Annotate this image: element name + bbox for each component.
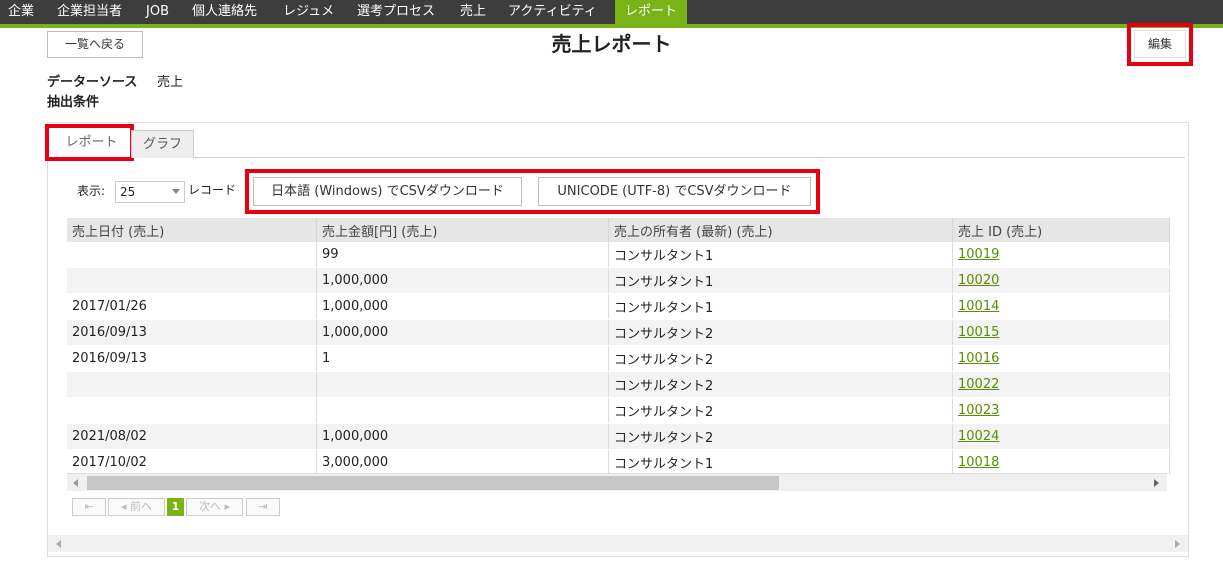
datasource-value: 売上 xyxy=(157,75,184,90)
cell-sales-date: 2016/09/13 xyxy=(67,345,317,372)
cell-sales-id: 10020 xyxy=(952,267,1170,294)
scrollbar-thumb[interactable] xyxy=(87,476,779,490)
cell-sales-id: 10018 xyxy=(952,449,1170,476)
sales-id-link[interactable]: 10022 xyxy=(958,377,999,392)
cell-sales-date xyxy=(67,397,317,424)
nav-item-report[interactable]: レポート xyxy=(615,0,688,24)
pager-first-button[interactable]: ⇤ xyxy=(72,498,106,516)
cell-sales-owner: コンサルタント2 xyxy=(608,397,953,424)
top-nav: 企業 企業担当者 JOB 個人連絡先 レジュメ 選考プロセス 売上 アクティビテ… xyxy=(0,0,1223,28)
nav-item-resume[interactable]: レジュメ xyxy=(283,0,334,24)
table-header-row: 売上日付 (売上) 売上金額[円] (売上) 売上の所有者 (最新) (売上) … xyxy=(67,218,1170,242)
table-row: 1,000,000 コンサルタント1 10020 xyxy=(67,267,1170,294)
sales-id-link[interactable]: 10024 xyxy=(958,429,999,444)
cell-sales-amount: 1,000,000 xyxy=(316,267,609,294)
tab-divider xyxy=(55,157,1185,158)
cell-sales-owner: コンサルタント1 xyxy=(608,449,953,476)
report-tab-highlight-box xyxy=(45,124,134,161)
cell-sales-amount: 99 xyxy=(316,242,609,268)
nav-item-job[interactable]: JOB xyxy=(146,0,169,24)
cell-sales-owner: コンサルタント1 xyxy=(608,267,953,294)
nav-item-personal-contacts[interactable]: 個人連絡先 xyxy=(192,0,257,24)
column-header-sales-id[interactable]: 売上 ID (売上) xyxy=(952,218,1170,242)
conditions-label: 抽出条件 xyxy=(47,95,100,110)
sales-id-link[interactable]: 10018 xyxy=(958,455,999,470)
sales-id-link[interactable]: 10023 xyxy=(958,403,999,418)
sales-id-link[interactable]: 10014 xyxy=(958,299,999,314)
report-table: 売上日付 (売上) 売上金額[円] (売上) 売上の所有者 (最新) (売上) … xyxy=(67,218,1170,476)
panel-scroll-right-arrow-icon[interactable] xyxy=(1175,540,1180,548)
cell-sales-owner: コンサルタント2 xyxy=(608,371,953,398)
cell-sales-amount xyxy=(316,371,609,398)
column-header-sales-amount[interactable]: 売上金額[円] (売上) xyxy=(316,218,609,242)
pager-prev-button[interactable]: ◂ 前へ xyxy=(108,498,165,516)
page-title: 売上レポート xyxy=(551,32,672,56)
cell-sales-date: 2017/01/26 xyxy=(67,293,317,320)
cell-sales-id: 10014 xyxy=(952,293,1170,320)
csv-download-sjis-button[interactable]: 日本語 (Windows) でCSVダウンロード xyxy=(253,177,522,206)
scroll-right-arrow-icon[interactable] xyxy=(1154,479,1159,487)
pager-current-page[interactable]: 1 xyxy=(167,498,184,516)
csv-download-utf8-button[interactable]: UNICODE (UTF-8) でCSVダウンロード xyxy=(538,177,811,206)
cell-sales-id: 10019 xyxy=(952,242,1170,268)
cell-sales-date xyxy=(67,371,317,398)
cell-sales-date xyxy=(67,242,317,268)
records-label: レコード xyxy=(188,183,237,197)
page-size-value: 25 xyxy=(120,185,136,199)
datasource-label: データーソース xyxy=(47,75,138,90)
scroll-left-arrow-icon[interactable] xyxy=(73,479,78,487)
table-row: 2016/09/13 1,000,000 コンサルタント2 10015 xyxy=(67,319,1170,346)
sales-id-link[interactable]: 10015 xyxy=(958,325,999,340)
page-size-label: 表示: xyxy=(77,184,106,198)
tab-graph[interactable]: グラフ xyxy=(131,130,194,158)
panel-scroll-left-arrow-icon[interactable] xyxy=(56,540,61,548)
column-header-sales-owner[interactable]: 売上の所有者 (最新) (売上) xyxy=(608,218,953,242)
edit-button[interactable]: 編集 xyxy=(1134,30,1186,58)
sales-id-link[interactable]: 10020 xyxy=(958,273,999,288)
table-row: 2016/09/13 1 コンサルタント2 10016 xyxy=(67,345,1170,372)
cell-sales-date xyxy=(67,267,317,294)
cell-sales-amount: 1 xyxy=(316,345,609,372)
cell-sales-owner: コンサルタント1 xyxy=(608,293,953,320)
cell-sales-amount: 3,000,000 xyxy=(316,449,609,476)
cell-sales-amount: 1,000,000 xyxy=(316,293,609,320)
cell-sales-id: 10015 xyxy=(952,319,1170,346)
cell-sales-date: 2017/10/02 xyxy=(67,449,317,476)
pager-next-button[interactable]: 次へ ▸ xyxy=(186,498,243,516)
cell-sales-date: 2016/09/13 xyxy=(67,319,317,346)
table-row: コンサルタント2 10022 xyxy=(67,371,1170,398)
sales-id-link[interactable]: 10019 xyxy=(958,247,999,262)
cell-sales-date: 2021/08/02 xyxy=(67,423,317,450)
table-row: コンサルタント2 10023 xyxy=(67,397,1170,424)
cell-sales-owner: コンサルタント2 xyxy=(608,423,953,450)
column-header-sales-date[interactable]: 売上日付 (売上) xyxy=(67,218,317,242)
table-row: 99 コンサルタント1 10019 xyxy=(67,242,1170,268)
cell-sales-amount: 1,000,000 xyxy=(316,319,609,346)
cell-sales-amount: 1,000,000 xyxy=(316,423,609,450)
nav-item-company-contacts[interactable]: 企業担当者 xyxy=(57,0,122,24)
nav-item-companies[interactable]: 企業 xyxy=(8,0,34,24)
table-row: 2017/10/02 3,000,000 コンサルタント1 10018 xyxy=(67,449,1170,476)
chevron-down-icon xyxy=(172,189,180,194)
table-row: 2017/01/26 1,000,000 コンサルタント1 10014 xyxy=(67,293,1170,320)
cell-sales-id: 10024 xyxy=(952,423,1170,450)
page-size-select[interactable]: 25 xyxy=(115,181,185,203)
table-row: 2021/08/02 1,000,000 コンサルタント2 10024 xyxy=(67,423,1170,450)
cell-sales-id: 10023 xyxy=(952,397,1170,424)
panel-horizontal-scrollbar[interactable] xyxy=(48,535,1188,552)
sales-id-link[interactable]: 10016 xyxy=(958,351,999,366)
table-horizontal-scrollbar[interactable] xyxy=(67,473,1167,491)
nav-item-activity[interactable]: アクティビティ xyxy=(508,0,597,24)
cell-sales-owner: コンサルタント2 xyxy=(608,319,953,346)
nav-item-sales[interactable]: 売上 xyxy=(460,0,486,24)
cell-sales-amount xyxy=(316,397,609,424)
cell-sales-owner: コンサルタント1 xyxy=(608,242,953,268)
cell-sales-owner: コンサルタント2 xyxy=(608,345,953,372)
pager-last-button[interactable]: ⇥ xyxy=(246,498,280,516)
cell-sales-id: 10022 xyxy=(952,371,1170,398)
cell-sales-id: 10016 xyxy=(952,345,1170,372)
nav-item-selection-process[interactable]: 選考プロセス xyxy=(357,0,435,24)
